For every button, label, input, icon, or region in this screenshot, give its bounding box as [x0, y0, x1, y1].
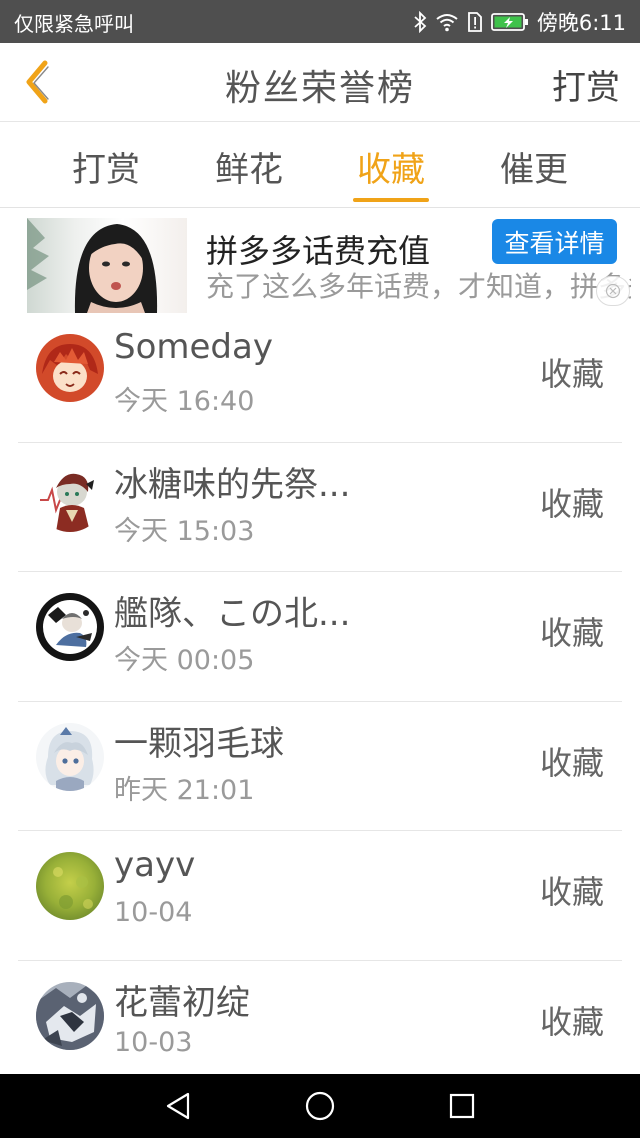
list-item[interactable]: 艦隊、この北... 今天 00:05 收藏 [0, 572, 640, 702]
list-item[interactable]: 冰糖味的先祭... 今天 15:03 收藏 [0, 443, 640, 572]
tab-urge-update[interactable]: 催更 [474, 142, 594, 191]
ad-image [27, 218, 187, 313]
user-name: 冰糖味的先祭... [114, 464, 351, 505]
tab-favorites[interactable]: 收藏 [331, 142, 451, 191]
activity-type: 收藏 [539, 484, 604, 523]
ad-title: 拼多多话费充值 [206, 232, 431, 270]
tip-button[interactable]: 打赏 [552, 60, 620, 109]
avatar [36, 852, 104, 920]
back-triangle-icon [166, 1092, 190, 1120]
activity-time: 今天 15:03 [114, 515, 255, 547]
page-title: 粉丝荣誉榜 [224, 68, 415, 109]
activity-type: 收藏 [539, 873, 604, 911]
ad-close-icon[interactable] [596, 276, 630, 306]
status-bar: 仅限紧急呼叫 傍晚6:11 [0, 0, 640, 43]
user-name: yayv [114, 845, 196, 885]
bluetooth-icon [413, 11, 427, 33]
avatar [36, 593, 104, 661]
avatar [36, 334, 104, 402]
active-tab-indicator [353, 198, 429, 202]
nav-home-button[interactable] [300, 1086, 340, 1126]
list-item[interactable]: yayv 10-04 收藏 [0, 831, 640, 961]
battery-charging-icon [490, 12, 529, 32]
clock-text: 傍晚6:11 [536, 11, 626, 35]
activity-type: 收藏 [539, 614, 604, 652]
carrier-text: 仅限紧急呼叫 [14, 12, 134, 36]
user-name: 花蕾初绽 [114, 982, 250, 1023]
home-circle-icon [305, 1091, 335, 1121]
list-item[interactable]: Someday 今天 16:40 收藏 [0, 313, 640, 443]
user-name: 艦隊、この北... [114, 594, 351, 634]
fan-list: Someday 今天 16:40 收藏 冰糖味的先祭... 今天 15:03 收… [0, 313, 640, 1090]
user-name: 一颗羽毛球 [114, 723, 284, 764]
ad-description: 充了这么多年话费，才知道，拼多多买了100元话费秒杀只要9 [206, 270, 631, 303]
nav-recents-button[interactable] [442, 1086, 482, 1126]
tab-bar: 打赏 鲜花 收藏 催更 [0, 122, 640, 208]
activity-time: 10-03 [114, 1026, 193, 1058]
user-name: Someday [114, 327, 273, 367]
tab-flowers[interactable]: 鲜花 [189, 142, 309, 191]
recents-square-icon [449, 1093, 475, 1119]
activity-time: 昨天 21:01 [114, 774, 255, 806]
avatar [36, 722, 104, 791]
activity-time: 10-04 [114, 897, 193, 928]
list-item[interactable]: 花蕾初绽 10-03 收藏 [0, 961, 640, 1091]
sim-alert-icon [467, 11, 483, 33]
avatar [36, 981, 104, 1050]
tab-tip[interactable]: 打赏 [46, 142, 166, 191]
activity-type: 收藏 [539, 743, 604, 782]
ad-details-button[interactable]: 查看详情 [492, 219, 617, 264]
wifi-icon [435, 12, 459, 32]
activity-time: 今天 16:40 [114, 386, 255, 417]
activity-type: 收藏 [539, 355, 604, 393]
list-item[interactable]: 一颗羽毛球 昨天 21:01 收藏 [0, 702, 640, 831]
app-bar: 粉丝荣誉榜 打赏 [0, 43, 640, 122]
activity-type: 收藏 [539, 1002, 604, 1041]
avatar [36, 463, 104, 532]
system-nav-bar [0, 1074, 640, 1138]
activity-time: 今天 00:05 [114, 645, 255, 676]
nav-back-button[interactable] [158, 1086, 198, 1126]
